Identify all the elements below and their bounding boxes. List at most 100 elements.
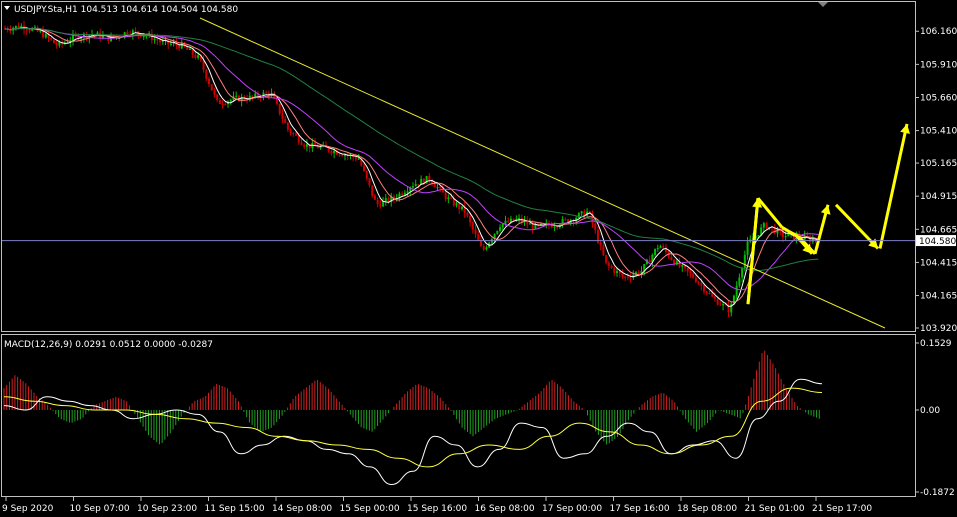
candle-body	[705, 291, 708, 294]
time-tick-label: 10 Sep 07:00	[70, 504, 130, 514]
candle-body	[713, 296, 716, 299]
candle-body	[403, 192, 406, 195]
candle-body	[300, 142, 303, 145]
candle-body	[564, 219, 567, 221]
candle-body	[344, 154, 346, 157]
candle-body	[55, 43, 58, 46]
candle-body	[303, 144, 306, 147]
candle-body	[156, 38, 159, 41]
macd-tick-label: -0.1872	[920, 488, 955, 498]
candle-body	[210, 84, 213, 91]
candle-body	[765, 223, 768, 229]
candle-body	[700, 283, 703, 286]
candle-body	[265, 92, 268, 94]
time-tick-label: 10 Sep 23:00	[137, 504, 197, 514]
candle-body	[205, 69, 208, 79]
candle-body	[365, 170, 368, 179]
candle-body	[512, 218, 515, 221]
candle-body	[471, 222, 474, 230]
candle-body	[711, 293, 714, 297]
candle-body	[417, 184, 420, 186]
price-tick-label: 104.165	[920, 292, 957, 302]
candle-body	[689, 271, 692, 274]
candle-body	[216, 94, 219, 101]
time-tick-label: 16 Sep 08:00	[475, 504, 535, 514]
candle-body	[224, 104, 227, 106]
candle-body	[235, 95, 238, 97]
candle-body	[194, 54, 197, 58]
candle-body	[784, 236, 787, 238]
candle-body	[681, 265, 684, 267]
candle-body	[735, 285, 738, 296]
candle-body	[741, 268, 744, 278]
candle-body	[694, 277, 697, 282]
candle-body	[281, 113, 284, 119]
chart-background	[0, 0, 957, 517]
candle-body	[338, 154, 341, 156]
candle-body	[50, 38, 53, 40]
candle-body	[719, 304, 722, 306]
candle-body	[221, 104, 224, 106]
candle-body	[406, 191, 409, 193]
candle-body	[618, 271, 621, 274]
candle-body	[730, 303, 733, 313]
candle-body	[485, 247, 488, 250]
candle-body	[528, 223, 531, 225]
candle-body	[662, 246, 665, 248]
candle-body	[621, 273, 624, 277]
candle-body	[656, 247, 659, 249]
candle-body	[44, 34, 47, 38]
price-tick-label: 104.665	[920, 225, 957, 235]
time-tick-label: 17 Sep 16:00	[610, 504, 670, 514]
candle-body	[613, 268, 616, 273]
candle-body	[762, 223, 765, 228]
price-tick-label: 105.165	[920, 159, 957, 169]
candle-body	[610, 265, 613, 269]
candle-body	[286, 122, 289, 130]
candle-body	[25, 29, 28, 31]
candle-body	[433, 183, 436, 188]
candle-body	[629, 277, 632, 279]
candle-body	[482, 246, 485, 250]
time-tick-label: 9 Sep 2020	[2, 504, 54, 514]
candle-body	[14, 25, 17, 28]
candle-body	[208, 78, 210, 85]
candle-body	[368, 178, 371, 186]
candle-body	[504, 220, 507, 224]
candle-body	[466, 212, 469, 216]
candle-body	[341, 155, 344, 157]
time-tick-label: 18 Sep 08:00	[677, 504, 737, 514]
price-pane-header: USDJPY.Sta,H1 104.513 104.614 104.504 10…	[14, 5, 238, 15]
candle-body	[197, 55, 200, 58]
candle-body	[401, 193, 404, 195]
candle-body	[428, 176, 431, 181]
candle-body	[738, 277, 741, 286]
candle-body	[594, 223, 597, 231]
candle-body	[507, 220, 510, 223]
candle-body	[218, 100, 221, 105]
candle-body	[670, 256, 673, 260]
candle-body	[379, 204, 382, 207]
candle-body	[450, 197, 453, 199]
candle-body	[580, 211, 583, 214]
time-tick-label: 17 Sep 00:00	[542, 504, 602, 514]
candle-body	[414, 184, 417, 187]
candle-body	[624, 276, 627, 278]
time-tick-label: 11 Sep 15:00	[205, 504, 265, 514]
macd-pane-header: MACD(12,26,9) 0.0291 0.0512 0.0000 -0.02…	[4, 340, 213, 350]
candle-body	[743, 254, 746, 269]
candle-body	[384, 198, 387, 201]
candle-body	[605, 255, 608, 263]
candle-body	[480, 240, 482, 247]
candle-body	[297, 135, 300, 143]
candle-body	[637, 272, 640, 275]
candle-body	[460, 206, 463, 210]
macd-tick-label: 0.1529	[920, 339, 952, 349]
candle-body	[295, 133, 298, 136]
candle-body	[447, 197, 450, 200]
candle-body	[153, 38, 156, 41]
price-tick-label: 103.920	[920, 324, 957, 334]
candle-body	[708, 293, 711, 295]
candle-body	[284, 118, 287, 123]
candle-body	[333, 150, 336, 154]
